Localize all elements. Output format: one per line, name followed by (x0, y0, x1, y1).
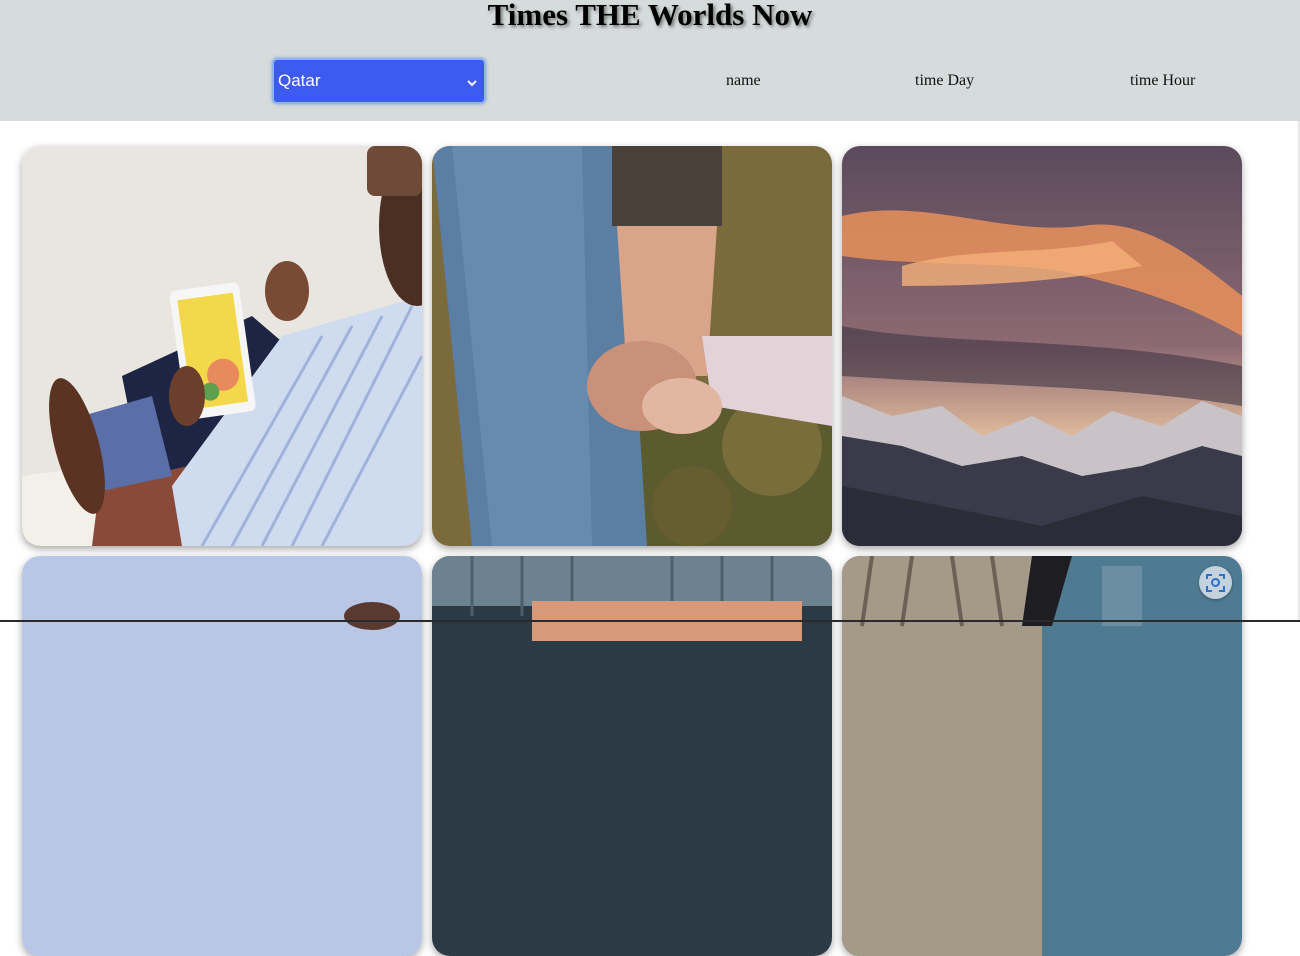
column-name-label: name (726, 72, 761, 89)
visual-search-button[interactable] (1199, 566, 1232, 599)
country-select[interactable]: Qatar (272, 58, 486, 104)
gallery-image-storefront[interactable] (432, 556, 832, 956)
column-time-day-label: time Day (915, 72, 975, 89)
gallery-image-man-tablet[interactable] (22, 146, 422, 546)
gallery-image-sunset-mountains[interactable] (842, 146, 1242, 546)
page-title: Times THE Worlds Now (487, 0, 813, 32)
gallery-image-holding-hands[interactable] (432, 146, 832, 546)
country-select-value: Qatar (278, 71, 321, 90)
chevron-down-icon (466, 74, 478, 87)
column-time-hour-label: time Hour (1130, 72, 1196, 89)
top-header: Times THE Worlds Now Qatar name time Day… (0, 0, 1300, 121)
gallery-image-city[interactable] (842, 556, 1242, 956)
gallery-image-sky[interactable] (22, 556, 422, 956)
